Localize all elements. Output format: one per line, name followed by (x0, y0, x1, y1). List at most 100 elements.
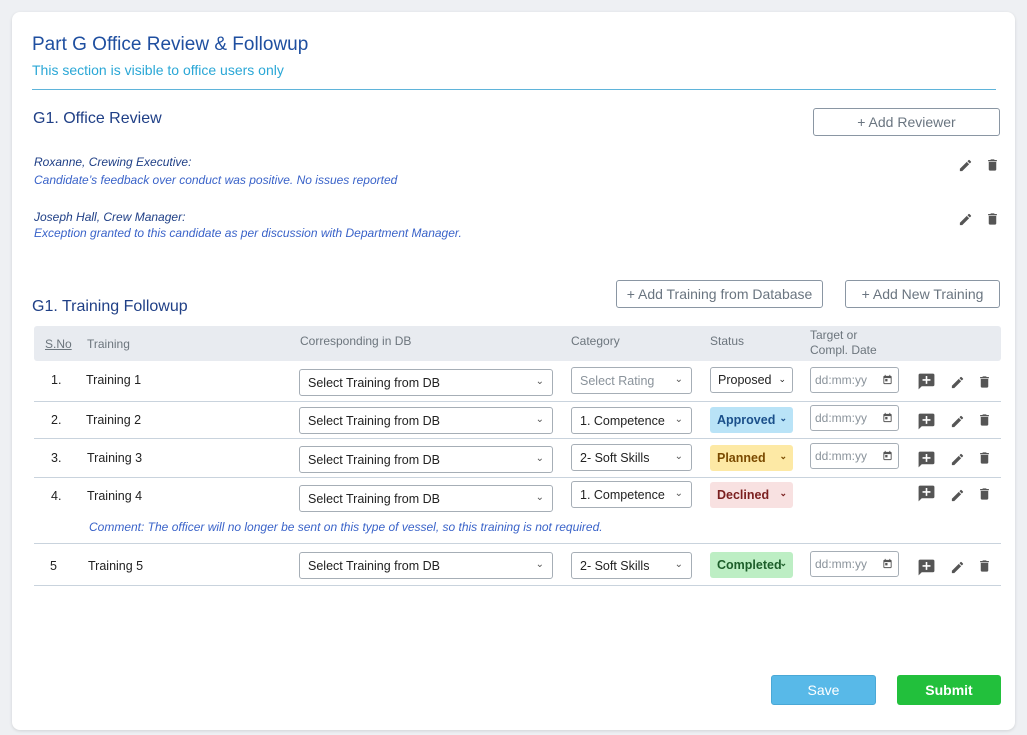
edit-icon[interactable] (947, 449, 967, 469)
status-value: Planned (717, 451, 766, 465)
row-training-name: Training 2 (86, 413, 142, 427)
chevron-down-icon: ⌄ (778, 374, 786, 384)
select-value: Select Training from DB (308, 558, 440, 573)
row-sno: 4. (51, 489, 62, 503)
divider (32, 89, 996, 90)
add-comment-icon[interactable] (915, 482, 937, 504)
row-divider (34, 543, 1001, 544)
row-sno: 3. (51, 451, 62, 465)
add-new-training-button[interactable]: + Add New Training (845, 280, 1000, 308)
edit-icon[interactable] (947, 411, 967, 431)
add-comment-icon[interactable] (915, 556, 937, 578)
add-training-from-database-button[interactable]: + Add Training from Database (616, 280, 823, 308)
db-training-select[interactable]: Select Training from DB ⌄ (299, 407, 553, 434)
status-select[interactable]: Declined ⌄ (710, 482, 793, 508)
calendar-icon[interactable] (882, 412, 893, 426)
date-placeholder: dd:mm:yy (815, 373, 868, 387)
status-value: Declined (717, 488, 770, 502)
chevron-down-icon: ⌄ (779, 488, 787, 498)
table-header: S.No Training Corresponding in DB Catego… (34, 326, 1001, 361)
chevron-down-icon: ⌄ (779, 413, 787, 423)
edit-icon[interactable] (947, 372, 967, 392)
status-select[interactable]: Approved ⌄ (710, 407, 793, 433)
chevron-down-icon: ⌄ (535, 414, 544, 425)
row-training-name: Training 1 (86, 373, 142, 387)
category-select[interactable]: 2- Soft Skills ⌄ (571, 552, 692, 579)
select-value: Select Training from DB (308, 452, 440, 467)
trash-icon[interactable] (974, 410, 994, 430)
training-followup-title: G1. Training Followup (32, 298, 188, 315)
column-sno[interactable]: S.No (45, 337, 72, 351)
trash-icon[interactable] (982, 209, 1002, 229)
select-value: Select Training from DB (308, 491, 440, 506)
select-value: Select Rating (580, 373, 655, 388)
reviewer-name: Roxanne, Crewing Executive: (34, 155, 192, 169)
db-training-select[interactable]: Select Training from DB ⌄ (299, 552, 553, 579)
category-select[interactable]: 2- Soft Skills ⌄ (571, 444, 692, 471)
chevron-down-icon: ⌄ (779, 451, 787, 461)
edit-icon[interactable] (955, 155, 975, 175)
date-input[interactable]: dd:mm:yy (810, 443, 899, 469)
row-sno: 1. (51, 373, 62, 387)
status-select[interactable]: Planned ⌄ (710, 445, 793, 471)
category-select[interactable]: 1. Competence ⌄ (571, 481, 692, 508)
trash-icon[interactable] (974, 556, 994, 576)
date-placeholder: dd:mm:yy (815, 449, 868, 463)
row-divider (34, 438, 1001, 439)
select-value: 1. Competence (580, 413, 665, 428)
trash-icon[interactable] (974, 372, 994, 392)
chevron-down-icon: ⌄ (779, 558, 787, 568)
status-select[interactable]: Proposed ⌄ (710, 367, 793, 393)
review-text: Candidate’s feedback over conduct was po… (34, 173, 398, 187)
column-category: Category (571, 334, 620, 348)
page-title: Part G Office Review & Followup (32, 34, 309, 55)
chevron-down-icon: ⌄ (535, 376, 544, 387)
row-training-name: Training 4 (87, 489, 143, 503)
column-target-date: Target or (810, 328, 858, 342)
add-comment-icon[interactable] (915, 448, 937, 470)
chevron-down-icon: ⌄ (535, 453, 544, 464)
db-training-select[interactable]: Select Training from DB ⌄ (299, 369, 553, 396)
calendar-icon[interactable] (882, 558, 893, 572)
save-button[interactable]: Save (771, 675, 876, 705)
date-input[interactable]: dd:mm:yy (810, 367, 899, 393)
calendar-icon[interactable] (882, 374, 893, 388)
db-training-select[interactable]: Select Training from DB ⌄ (299, 446, 553, 473)
add-comment-icon[interactable] (915, 370, 937, 392)
add-comment-icon[interactable] (915, 410, 937, 432)
chevron-down-icon: ⌄ (535, 492, 544, 503)
trash-icon[interactable] (982, 155, 1002, 175)
column-training: Training (87, 337, 130, 351)
select-value: 1. Competence (580, 487, 665, 502)
category-select[interactable]: Select Rating ⌄ (571, 367, 692, 394)
row-divider (34, 477, 1001, 478)
trash-icon[interactable] (974, 484, 994, 504)
reviewer-name: Joseph Hall, Crew Manager: (34, 210, 186, 224)
chevron-down-icon: ⌄ (674, 414, 683, 425)
select-value: Select Training from DB (308, 375, 440, 390)
edit-icon[interactable] (955, 209, 975, 229)
date-placeholder: dd:mm:yy (815, 557, 868, 571)
status-value: Proposed (718, 373, 772, 387)
chevron-down-icon: ⌄ (674, 488, 683, 499)
trash-icon[interactable] (974, 448, 994, 468)
chevron-down-icon: ⌄ (674, 451, 683, 462)
select-value: Select Training from DB (308, 413, 440, 428)
add-reviewer-button[interactable]: + Add Reviewer (813, 108, 1000, 136)
calendar-icon[interactable] (882, 450, 893, 464)
category-select[interactable]: 1. Competence ⌄ (571, 407, 692, 434)
db-training-select[interactable]: Select Training from DB ⌄ (299, 485, 553, 512)
date-input[interactable]: dd:mm:yy (810, 551, 899, 577)
date-input[interactable]: dd:mm:yy (810, 405, 899, 431)
select-value: 2- Soft Skills (580, 450, 650, 465)
page-subtitle: This section is visible to office users … (32, 62, 284, 78)
chevron-down-icon: ⌄ (535, 559, 544, 570)
row-divider (34, 401, 1001, 402)
edit-icon[interactable] (947, 485, 967, 505)
status-select[interactable]: Completed ⌄ (710, 552, 793, 578)
row-sno: 2. (51, 413, 62, 427)
row-training-name: Training 3 (87, 451, 143, 465)
submit-button[interactable]: Submit (897, 675, 1001, 705)
column-corresponding-in-db: Corresponding in DB (300, 334, 412, 348)
edit-icon[interactable] (947, 557, 967, 577)
